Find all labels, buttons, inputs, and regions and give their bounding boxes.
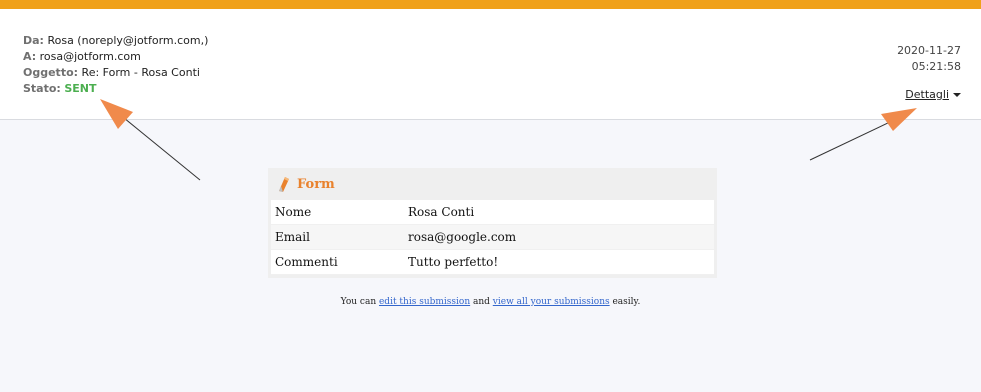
annotation-arrow-line-right	[809, 121, 891, 161]
annotation-overlay	[100, 99, 917, 181]
annotation-arrowhead-left-icon	[100, 99, 133, 129]
annotation-arrow-line-left	[123, 117, 201, 181]
annotation-arrowhead-right-icon	[881, 108, 917, 131]
